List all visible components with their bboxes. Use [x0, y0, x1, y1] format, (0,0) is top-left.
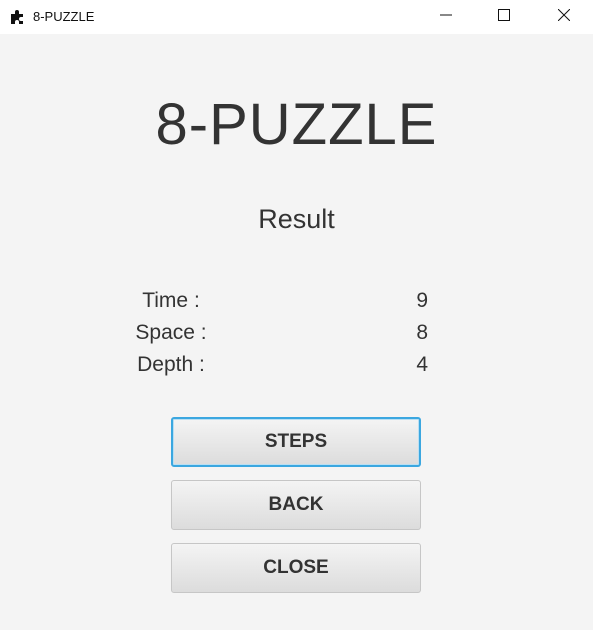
close-window-button[interactable] [535, 0, 593, 34]
window-title: 8-PUZZLE [33, 9, 95, 24]
steps-button[interactable]: STEPS [171, 417, 421, 467]
minimize-button[interactable] [417, 0, 475, 34]
maximize-icon [498, 8, 510, 26]
depth-value: 4 [416, 353, 428, 376]
puzzle-piece-icon [9, 8, 27, 26]
time-label: Time : [142, 289, 200, 312]
back-button[interactable]: BACK [171, 480, 421, 530]
page-title: 8-PUZZLE [155, 92, 438, 157]
minimize-icon [440, 8, 452, 26]
close-button[interactable]: CLOSE [171, 543, 421, 593]
maximize-button[interactable] [475, 0, 533, 34]
time-value: 9 [416, 289, 428, 312]
title-bar[interactable]: 8-PUZZLE [0, 0, 593, 34]
space-value: 8 [416, 321, 428, 344]
app-window: 8-PUZZLE 8-PUZZLE Result Time : 9 Space … [0, 0, 593, 630]
result-heading: Result [258, 204, 335, 234]
close-icon [557, 8, 571, 26]
depth-label: Depth : [137, 353, 205, 376]
space-label: Space : [135, 321, 207, 344]
